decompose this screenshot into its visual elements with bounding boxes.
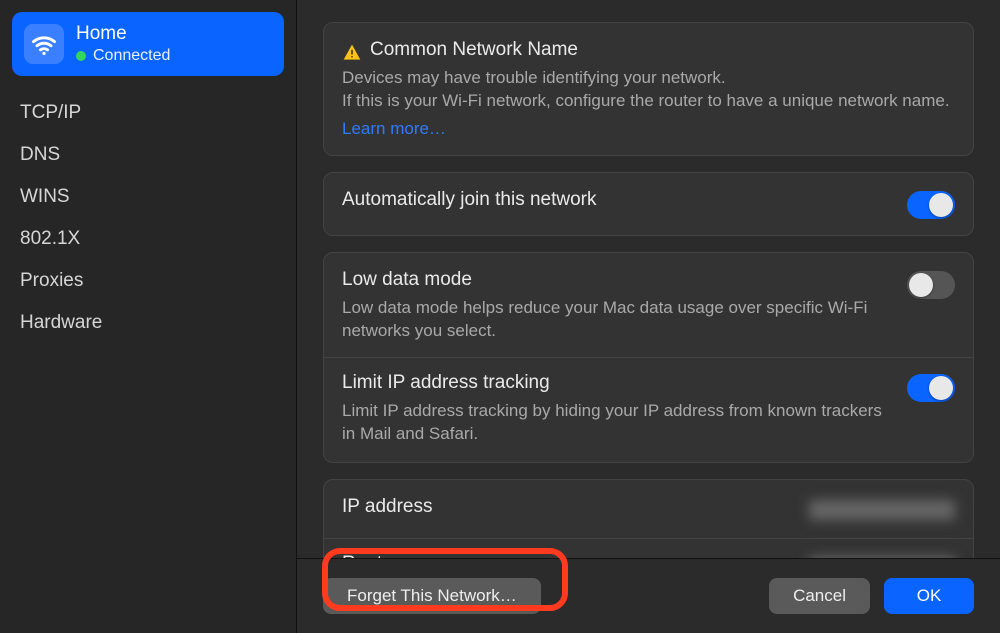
ip-address-label: IP address — [342, 496, 785, 518]
warning-icon — [342, 43, 362, 63]
divider — [324, 538, 973, 539]
sidebar-item-tcpip[interactable]: TCP/IP — [12, 94, 284, 132]
status-indicator-icon — [76, 51, 86, 61]
warning-line2: If this is your Wi-Fi network, configure… — [342, 90, 955, 113]
data-options-card: Low data mode Low data mode helps reduce… — [323, 252, 974, 463]
low-data-title: Low data mode — [342, 269, 883, 291]
ok-button[interactable]: OK — [884, 578, 974, 614]
sidebar-network-card[interactable]: Home Connected — [12, 12, 284, 76]
network-status-text: Connected — [93, 46, 170, 66]
sidebar-item-proxies[interactable]: Proxies — [12, 262, 284, 300]
auto-join-label: Automatically join this network — [342, 189, 883, 211]
limit-ip-desc: Limit IP address tracking by hiding your… — [342, 400, 883, 446]
common-network-warning: Common Network Name Devices may have tro… — [323, 22, 974, 156]
limit-ip-title: Limit IP address tracking — [342, 372, 883, 394]
sidebar-item-hardware[interactable]: Hardware — [12, 304, 284, 342]
divider — [324, 357, 973, 358]
network-name: Home — [76, 22, 170, 46]
limit-ip-toggle[interactable] — [907, 374, 955, 402]
cancel-button[interactable]: Cancel — [769, 578, 870, 614]
main-content: Common Network Name Devices may have tro… — [297, 0, 1000, 558]
main-panel: Common Network Name Devices may have tro… — [297, 0, 1000, 633]
warning-title: Common Network Name — [370, 39, 578, 61]
sidebar: Home Connected TCP/IP DNS WINS 802.1X Pr… — [0, 0, 297, 633]
auto-join-toggle[interactable] — [907, 191, 955, 219]
sidebar-item-dns[interactable]: DNS — [12, 136, 284, 174]
wifi-icon — [24, 24, 64, 64]
network-info-card: IP address redacted Router redacted — [323, 479, 974, 558]
auto-join-row: Automatically join this network — [323, 172, 974, 236]
low-data-toggle[interactable] — [907, 271, 955, 299]
ip-address-value: redacted — [809, 500, 955, 520]
learn-more-link[interactable]: Learn more… — [342, 119, 446, 139]
sidebar-item-8021x[interactable]: 802.1X — [12, 220, 284, 258]
low-data-desc: Low data mode helps reduce your Mac data… — [342, 297, 883, 343]
forget-network-button[interactable]: Forget This Network… — [323, 578, 541, 614]
footer-bar: Forget This Network… Cancel OK — [297, 558, 1000, 633]
sidebar-item-wins[interactable]: WINS — [12, 178, 284, 216]
warning-line1: Devices may have trouble identifying you… — [342, 67, 955, 90]
